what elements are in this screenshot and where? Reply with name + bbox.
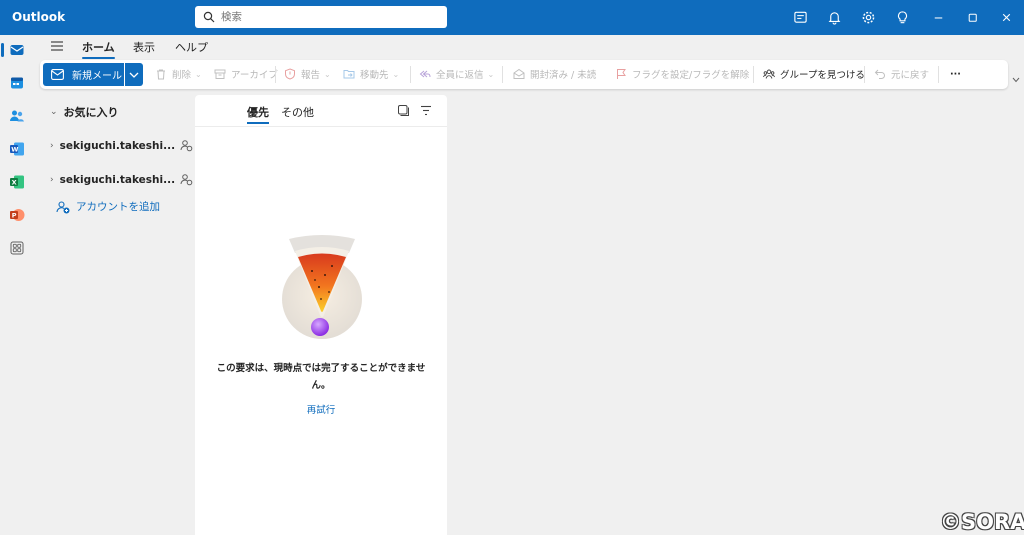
tab-other[interactable]: その他 [281,104,314,120]
gear-icon[interactable] [860,9,877,26]
svg-text:P: P [12,212,17,220]
trash-icon [157,69,165,80]
word-icon[interactable]: W [7,139,27,159]
add-account-label: アカウントを追加 [76,201,160,213]
chevron-right-icon: › [50,140,54,151]
add-account-button[interactable]: アカウントを追加 [56,199,160,214]
hamburger-menu-icon[interactable] [50,40,64,52]
toolbar-divider [753,66,754,83]
favorites-header[interactable]: ⌄ お気に入り [50,104,119,120]
envelope-open-icon [513,68,525,79]
flag-button[interactable]: フラグを設定/フラグを解除 [615,66,749,82]
favorites-label: お気に入り [63,106,119,119]
close-icon[interactable] [998,9,1015,26]
new-mail-button[interactable]: 新規メール [43,63,124,86]
account-name: sekiguchi.takeshi... [59,139,176,152]
tab-home[interactable]: ホーム [82,39,115,59]
groups-icon [763,69,775,79]
add-person-icon [56,200,70,213]
new-mail-label: 新規メール [72,71,122,82]
toolbar-divider [275,66,276,83]
account-name: sekiguchi.takeshi... [59,173,176,186]
archive-label: アーカイブ [231,70,278,81]
chevron-down-icon: ⌄ [487,69,495,79]
chevron-down-icon: ⌄ [50,107,58,117]
undo-button[interactable]: 元に戻す [874,66,929,82]
maximize-icon[interactable] [964,9,981,26]
chevron-right-icon: › [50,174,54,185]
read-unread-button[interactable]: 開封済み / 未読 [513,66,596,82]
minimize-icon[interactable] [930,9,947,26]
find-groups-label: グループを見つける [780,70,865,81]
folder-move-icon [343,70,355,79]
search-box[interactable] [195,6,447,28]
toolbar-divider [410,66,411,83]
powerpoint-icon[interactable]: P [7,205,27,225]
apps-icon[interactable] [7,238,27,258]
shared-account-icon [180,174,193,186]
toolbar-divider [938,66,939,83]
filter-icon[interactable] [420,105,432,116]
chevron-down-icon: ⌄ [392,69,400,79]
flag-label: フラグを設定/フラグを解除 [632,70,750,81]
ribbon-expand-icon[interactable] [1012,77,1020,83]
svg-text:X: X [12,179,17,187]
flag-icon [617,69,626,79]
envelope-icon [51,69,64,80]
tab-focused[interactable]: 優先 [247,104,269,124]
reply-all-icon [419,70,431,78]
report-button[interactable]: 報告 ⌄ [284,66,331,82]
archive-button[interactable]: アーカイブ [214,66,278,82]
undo-label: 元に戻す [891,70,930,81]
toolbar-divider [502,66,503,83]
select-icon[interactable] [397,104,410,117]
lightbulb-icon[interactable] [894,9,911,26]
reply-all-label: 全員に返信 [436,70,484,81]
calendar-icon[interactable] [7,73,27,93]
watermark: ©SORA [940,510,1024,534]
error-message: この要求は、現時点では完了することができません。 [216,363,426,391]
chevron-down-icon: ⌄ [324,69,331,79]
move-label: 移動先 [360,70,389,81]
retry-link[interactable]: 再試行 [301,402,341,416]
read-unread-label: 開封済み / 未読 [530,70,597,81]
people-icon[interactable] [7,106,27,126]
shared-account-icon [180,140,193,152]
account-item[interactable]: › sekiguchi.takeshi... [50,139,193,152]
delete-label: 削除 [172,70,192,81]
move-button[interactable]: 移動先 ⌄ [343,66,399,82]
title-bar: Outlook [0,0,1024,35]
mail-icon[interactable] [1,40,27,60]
new-mail-dropdown[interactable] [125,63,143,86]
more-options-button[interactable]: ··· [950,66,961,82]
svg-text:W: W [11,146,18,154]
find-groups-button[interactable]: グループを見つける [763,66,865,82]
delete-button[interactable]: 削除 ⌄ [155,66,202,82]
archive-icon [214,69,226,79]
excel-icon[interactable]: X [7,172,27,192]
search-icon [203,11,215,23]
tab-help[interactable]: ヘルプ [175,39,208,55]
bell-icon[interactable] [826,9,843,26]
shield-icon [285,68,295,80]
app-rail: W X P [0,35,36,535]
report-label: 報告 [301,70,321,81]
list-divider [195,126,447,127]
undo-icon [874,69,885,79]
chevron-down-icon [129,72,139,78]
app-title: Outlook [12,10,66,24]
reply-all-button[interactable]: 全員に返信 ⌄ [419,66,494,82]
sticky-notes-icon[interactable] [792,9,809,26]
chevron-down-icon: ⌄ [195,69,202,79]
tab-view[interactable]: 表示 [133,39,155,55]
account-item[interactable]: › sekiguchi.takeshi... [50,173,193,186]
search-input[interactable] [221,11,441,23]
toolbar-divider [864,66,865,83]
error-illustration [282,235,362,339]
